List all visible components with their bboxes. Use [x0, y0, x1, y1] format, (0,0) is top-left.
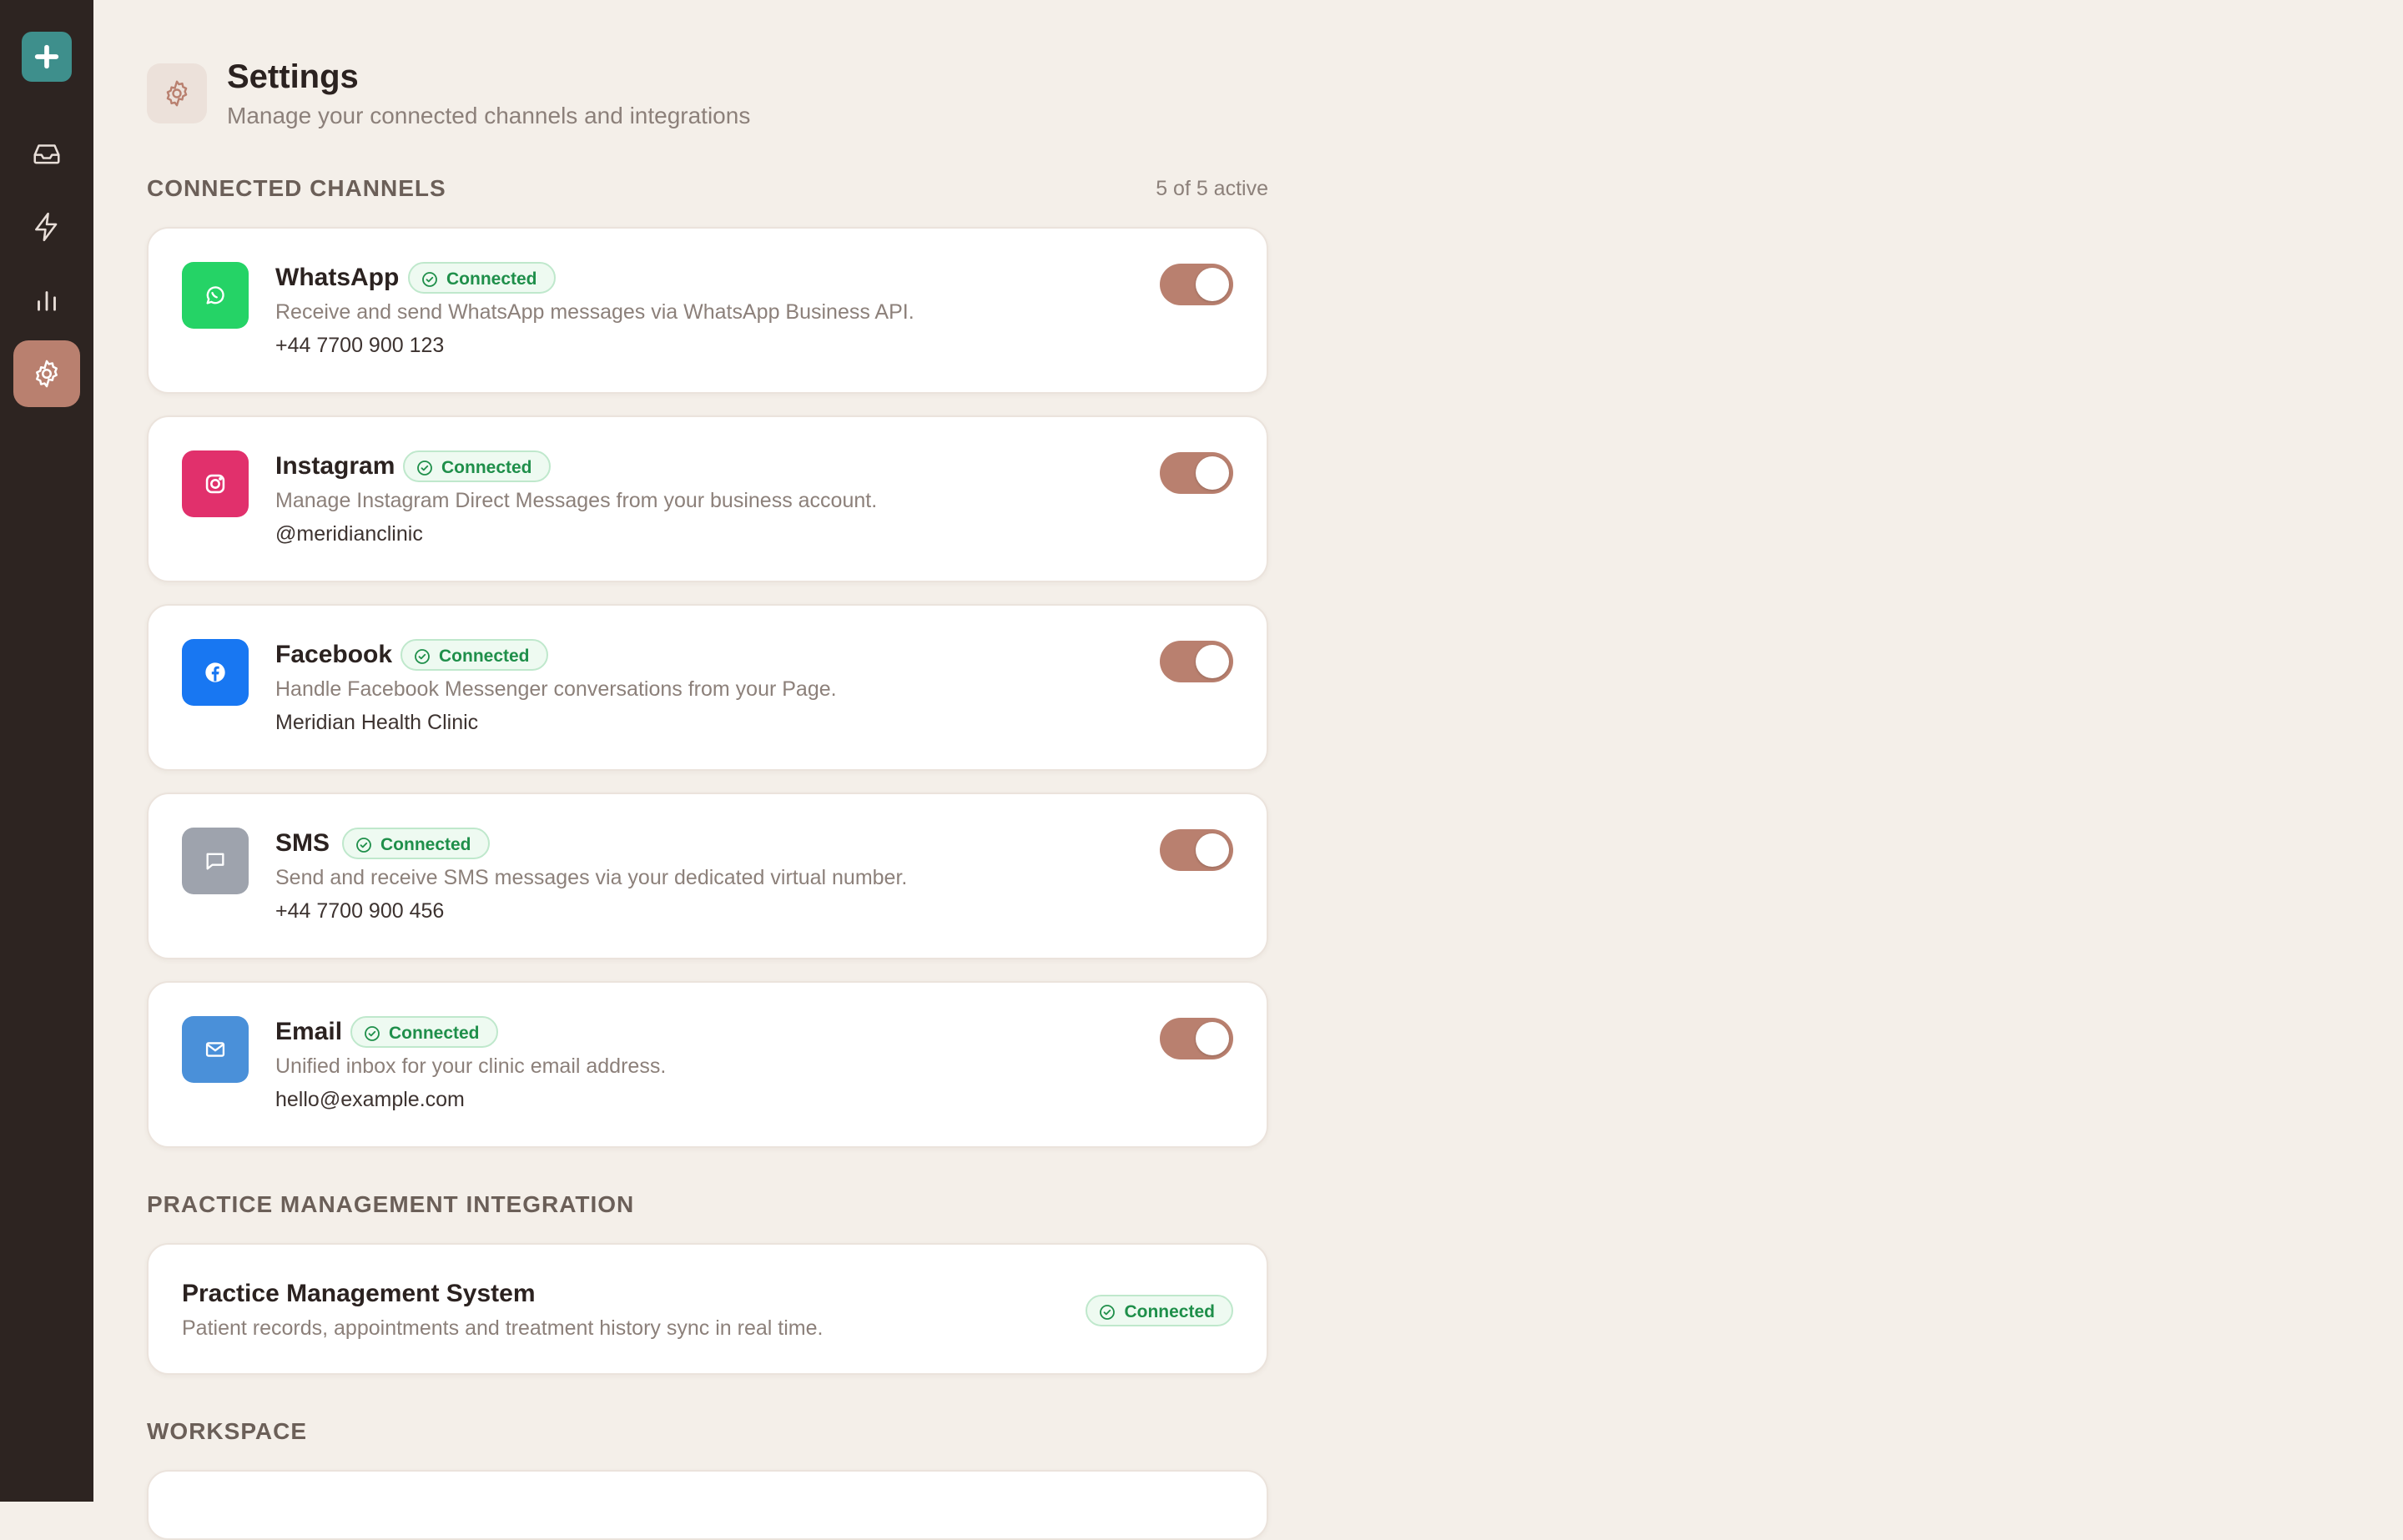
facebook-icon	[182, 639, 249, 706]
toggle-knob	[1196, 645, 1229, 678]
mail-icon	[182, 1016, 249, 1083]
channel-description: Handle Facebook Messenger conversations …	[275, 677, 837, 701]
channel-toggle-whatsapp[interactable]	[1160, 264, 1233, 305]
inbox-icon	[33, 144, 60, 164]
status-badge: Connected	[342, 828, 490, 859]
channel-detail: Meridian Health Clinic	[275, 711, 479, 734]
check-circle-icon	[417, 460, 432, 476]
page-header: Settings Manage your connected channels …	[147, 58, 1268, 164]
workspace-section-header: WORKSPACE	[147, 1418, 1268, 1452]
channel-description: Manage Instagram Direct Messages from yo…	[275, 489, 878, 512]
status-badge: Connected	[1086, 1295, 1233, 1326]
status-label: Connected	[1124, 1302, 1215, 1321]
channel-name: Instagram	[275, 452, 395, 480]
pms-section-header: PRACTICE MANAGEMENT INTEGRATION	[147, 1191, 1268, 1225]
sidebar-item-automations[interactable]	[13, 194, 80, 260]
toggle-knob	[1196, 456, 1229, 490]
status-label: Connected	[439, 647, 530, 666]
channels-section-header: CONNECTED CHANNELS 5 of 5 active	[147, 175, 1268, 209]
check-circle-icon	[365, 1026, 380, 1041]
channel-toggle-facebook[interactable]	[1160, 641, 1233, 682]
channel-card-instagram: Instagram Connected Manage Instagram Dir…	[147, 415, 1268, 582]
page-title: Settings	[227, 58, 359, 95]
channel-toggle-sms[interactable]	[1160, 829, 1233, 871]
toggle-knob	[1196, 1022, 1229, 1055]
active-count: 5 of 5 active	[1156, 177, 1268, 200]
channel-description: Send and receive SMS messages via your d…	[275, 866, 908, 889]
channel-card-facebook: Facebook Connected Handle Facebook Messe…	[147, 604, 1268, 771]
instagram-icon	[182, 450, 249, 517]
channel-detail: +44 7700 900 456	[275, 899, 445, 923]
status-badge: Connected	[408, 262, 556, 294]
status-label: Connected	[441, 458, 532, 477]
sidebar-item-inbox[interactable]	[13, 120, 80, 187]
toggle-knob	[1196, 833, 1229, 867]
channel-description: Unified inbox for your clinic email addr…	[275, 1054, 667, 1078]
pms-description: Patient records, appointments and treatm…	[182, 1316, 824, 1340]
bar-chart-icon	[38, 291, 56, 311]
sidebar-item-analytics[interactable]	[13, 267, 80, 334]
status-label: Connected	[380, 835, 471, 854]
channel-name: Email	[275, 1018, 343, 1045]
gear-icon	[36, 360, 58, 388]
status-label: Connected	[389, 1024, 480, 1043]
channel-detail: +44 7700 900 123	[275, 334, 445, 357]
gear-icon	[166, 80, 188, 107]
page-subtitle: Manage your connected channels and integ…	[227, 103, 751, 128]
channel-card-sms: SMS Connected Send and receive SMS messa…	[147, 793, 1268, 959]
message-icon	[182, 828, 249, 894]
sidebar	[0, 0, 93, 1502]
check-circle-icon	[1100, 1305, 1116, 1320]
section-title: PRACTICE MANAGEMENT INTEGRATION	[147, 1191, 635, 1217]
section-title: CONNECTED CHANNELS	[147, 175, 446, 201]
channel-description: Receive and send WhatsApp messages via W…	[275, 300, 914, 324]
channel-toggle-email[interactable]	[1160, 1018, 1233, 1059]
lightning-icon	[35, 212, 58, 242]
channel-toggle-instagram[interactable]	[1160, 452, 1233, 494]
channel-detail: hello@example.com	[275, 1088, 465, 1111]
whatsapp-icon	[182, 262, 249, 329]
workspace-card	[147, 1470, 1268, 1540]
app-logo-button[interactable]	[22, 32, 72, 82]
channel-name: WhatsApp	[275, 264, 400, 291]
channel-name: SMS	[275, 829, 330, 857]
toggle-knob	[1196, 268, 1229, 301]
status-badge: Connected	[350, 1016, 498, 1048]
check-circle-icon	[356, 838, 371, 853]
check-circle-icon	[415, 649, 430, 664]
plus-icon	[34, 44, 59, 69]
settings-header-icon	[147, 63, 207, 123]
pms-card: Practice Management System Patient recor…	[147, 1243, 1268, 1375]
status-label: Connected	[446, 269, 537, 289]
sidebar-item-settings[interactable]	[13, 340, 80, 407]
channel-card-email: Email Connected Unified inbox for your c…	[147, 981, 1268, 1148]
status-badge: Connected	[400, 639, 548, 671]
pms-title: Practice Management System	[182, 1280, 536, 1307]
section-title: WORKSPACE	[147, 1418, 308, 1444]
channel-name: Facebook	[275, 641, 393, 668]
channel-detail: @meridianclinic	[275, 522, 423, 546]
channel-card-whatsapp: WhatsApp Connected Receive and send What…	[147, 227, 1268, 394]
check-circle-icon	[422, 272, 437, 287]
status-badge: Connected	[403, 450, 551, 482]
